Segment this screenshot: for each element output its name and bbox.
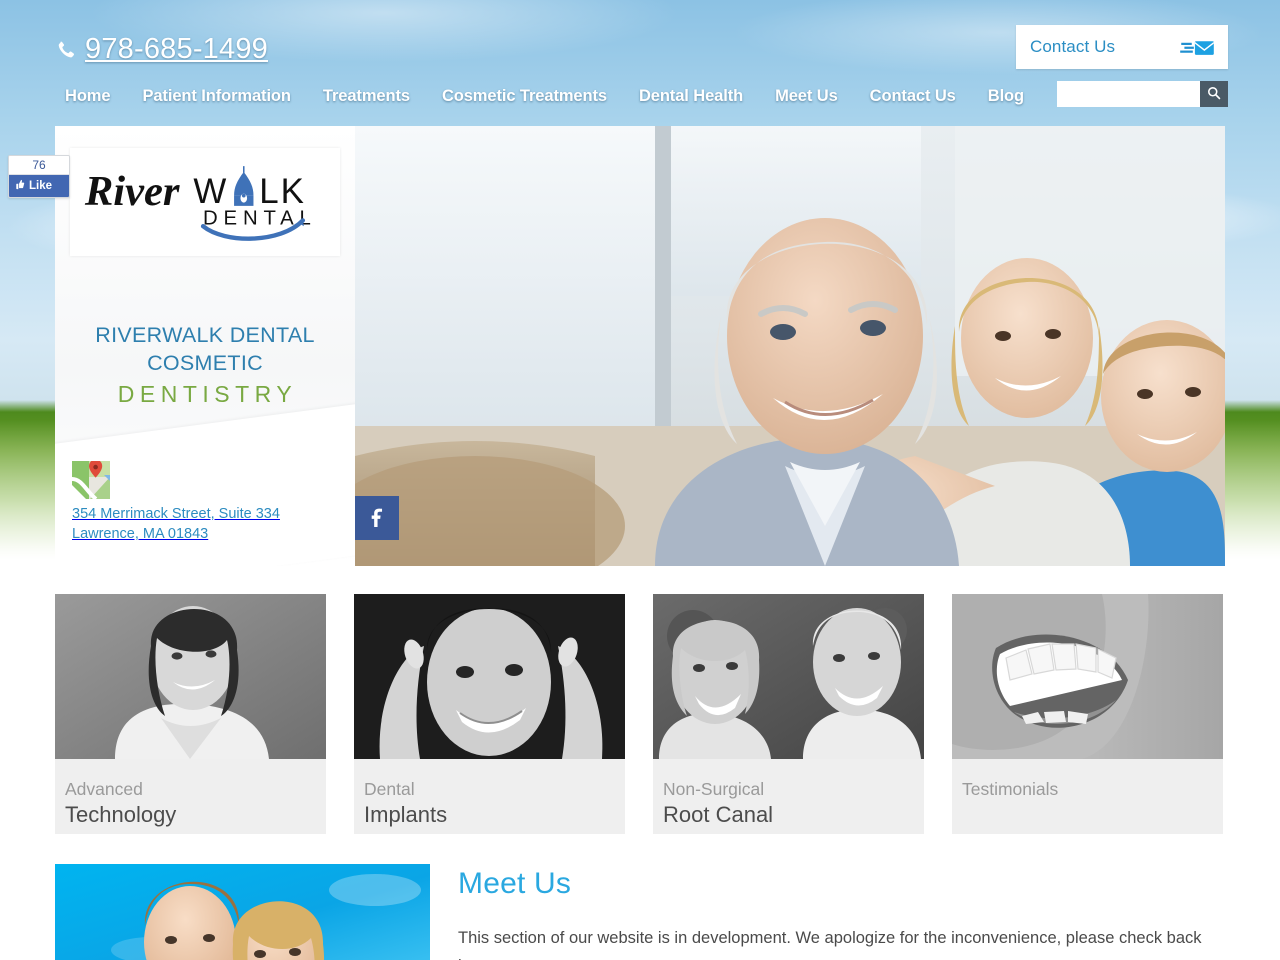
phone-number-text: 978-685-1499 bbox=[85, 33, 268, 65]
card-image-root-canal bbox=[653, 594, 924, 759]
google-maps-icon bbox=[72, 461, 110, 499]
card-image-dental-implants bbox=[354, 594, 625, 759]
card-line-2: Technology bbox=[65, 802, 177, 827]
card-line-1: Dental bbox=[364, 779, 415, 799]
card-line-2: Implants bbox=[364, 802, 448, 827]
page-root: 978-685-1499 Contact Us Home Patient Inf… bbox=[0, 0, 1280, 960]
nav-item-treatments[interactable]: Treatments bbox=[307, 82, 426, 110]
riverwalk-dental-logo-graphic: River W LK DENTAL bbox=[84, 166, 311, 241]
nav-item-contact-us[interactable]: Contact Us bbox=[854, 82, 972, 110]
hero-image-family-photo bbox=[355, 126, 1225, 566]
tagline-line-1: RIVERWALK DENTAL bbox=[95, 323, 315, 347]
nav-item-dental-health[interactable]: Dental Health bbox=[623, 82, 759, 110]
meet-us-section: Meet Us This section of our website is i… bbox=[55, 864, 1225, 960]
contact-us-button[interactable]: Contact Us bbox=[1016, 25, 1228, 69]
card-line-2: Root Canal bbox=[663, 802, 774, 827]
facebook-like-label: Like bbox=[29, 180, 53, 192]
card-caption-testimonials: Testimonials bbox=[952, 759, 1223, 834]
tagline-line-3: DENTISTRY bbox=[117, 381, 298, 407]
nav-item-blog[interactable]: Blog bbox=[972, 82, 1040, 110]
tagline-line-2: COSMETIC bbox=[147, 351, 263, 375]
service-card-root-canal[interactable]: Non-Surgical Root Canal bbox=[653, 594, 924, 834]
facebook-share-button[interactable] bbox=[355, 496, 399, 540]
flying-envelope-icon bbox=[1179, 37, 1215, 58]
main-navigation: Home Patient Information Treatments Cosm… bbox=[55, 82, 1040, 110]
nav-item-patient-information[interactable]: Patient Information bbox=[126, 82, 306, 110]
card-line-1: Testimonials bbox=[962, 779, 1059, 799]
search-input[interactable] bbox=[1057, 81, 1200, 107]
service-card-advanced-technology[interactable]: Advanced Technology bbox=[55, 594, 326, 834]
card-line-1: Non-Surgical bbox=[663, 779, 765, 799]
meet-us-text-block: Meet Us This section of our website is i… bbox=[458, 864, 1225, 960]
main-content: River W LK DENTAL RIVERWALK DENTAL COSME… bbox=[55, 126, 1225, 960]
phone-number-link[interactable]: 978-685-1499 bbox=[55, 33, 268, 66]
service-card-dental-implants[interactable]: Dental Implants bbox=[354, 594, 625, 834]
meet-us-image-couple bbox=[55, 864, 430, 960]
facebook-like-widget[interactable]: 76 Like bbox=[8, 155, 70, 198]
hero-section: River W LK DENTAL RIVERWALK DENTAL COSME… bbox=[55, 126, 1225, 566]
search-form bbox=[1057, 81, 1228, 107]
facebook-icon bbox=[366, 505, 388, 532]
meet-us-photo-graphic bbox=[55, 864, 430, 960]
top-bar: 978-685-1499 Contact Us bbox=[0, 0, 1280, 82]
meet-us-heading: Meet Us bbox=[458, 867, 572, 900]
nav-item-home[interactable]: Home bbox=[55, 82, 126, 110]
site-logo[interactable]: River W LK DENTAL bbox=[70, 148, 340, 256]
nav-item-meet-us[interactable]: Meet Us bbox=[759, 82, 854, 110]
card-caption-dental-implants: Dental Implants bbox=[354, 759, 625, 834]
svg-text:River: River bbox=[84, 168, 180, 215]
svg-text:LK: LK bbox=[259, 172, 306, 211]
main-navigation-bar: Home Patient Information Treatments Cosm… bbox=[0, 81, 1280, 124]
card-caption-root-canal: Non-Surgical Root Canal bbox=[653, 759, 924, 834]
nav-item-cosmetic-treatments[interactable]: Cosmetic Treatments bbox=[426, 82, 623, 110]
card-line-1: Advanced bbox=[65, 779, 143, 799]
practice-address: 354 Merrimack Street, Suite 334 Lawrence… bbox=[72, 504, 280, 544]
service-card-testimonials[interactable]: Testimonials bbox=[952, 594, 1223, 834]
address-line-2: Lawrence, MA 01843 bbox=[72, 526, 209, 542]
address-map-link[interactable]: 354 Merrimack Street, Suite 334 Lawrence… bbox=[72, 461, 280, 544]
contact-us-label: Contact Us bbox=[1030, 37, 1116, 56]
facebook-like-count: 76 bbox=[9, 156, 69, 175]
search-button[interactable] bbox=[1200, 81, 1228, 107]
thumbs-up-icon bbox=[14, 179, 25, 193]
card-image-testimonials bbox=[952, 594, 1223, 759]
search-icon bbox=[1207, 86, 1221, 103]
phone-handset-icon bbox=[55, 39, 75, 63]
service-cards-row: Advanced Technology Dental Implants Non-… bbox=[55, 594, 1225, 834]
hero-photo-graphic bbox=[355, 126, 1225, 566]
svg-text:W: W bbox=[193, 172, 227, 211]
hero-sidebar: River W LK DENTAL RIVERWALK DENTAL COSME… bbox=[55, 126, 355, 566]
facebook-like-button[interactable]: Like bbox=[9, 175, 69, 197]
card-caption-advanced-technology: Advanced Technology bbox=[55, 759, 326, 834]
practice-tagline: RIVERWALK DENTAL COSMETIC DENTISTRY bbox=[55, 321, 355, 411]
meet-us-body-text: This section of our website is in develo… bbox=[458, 929, 1202, 960]
card-image-advanced-technology bbox=[55, 594, 326, 759]
address-line-1: 354 Merrimack Street, Suite 334 bbox=[72, 506, 280, 522]
